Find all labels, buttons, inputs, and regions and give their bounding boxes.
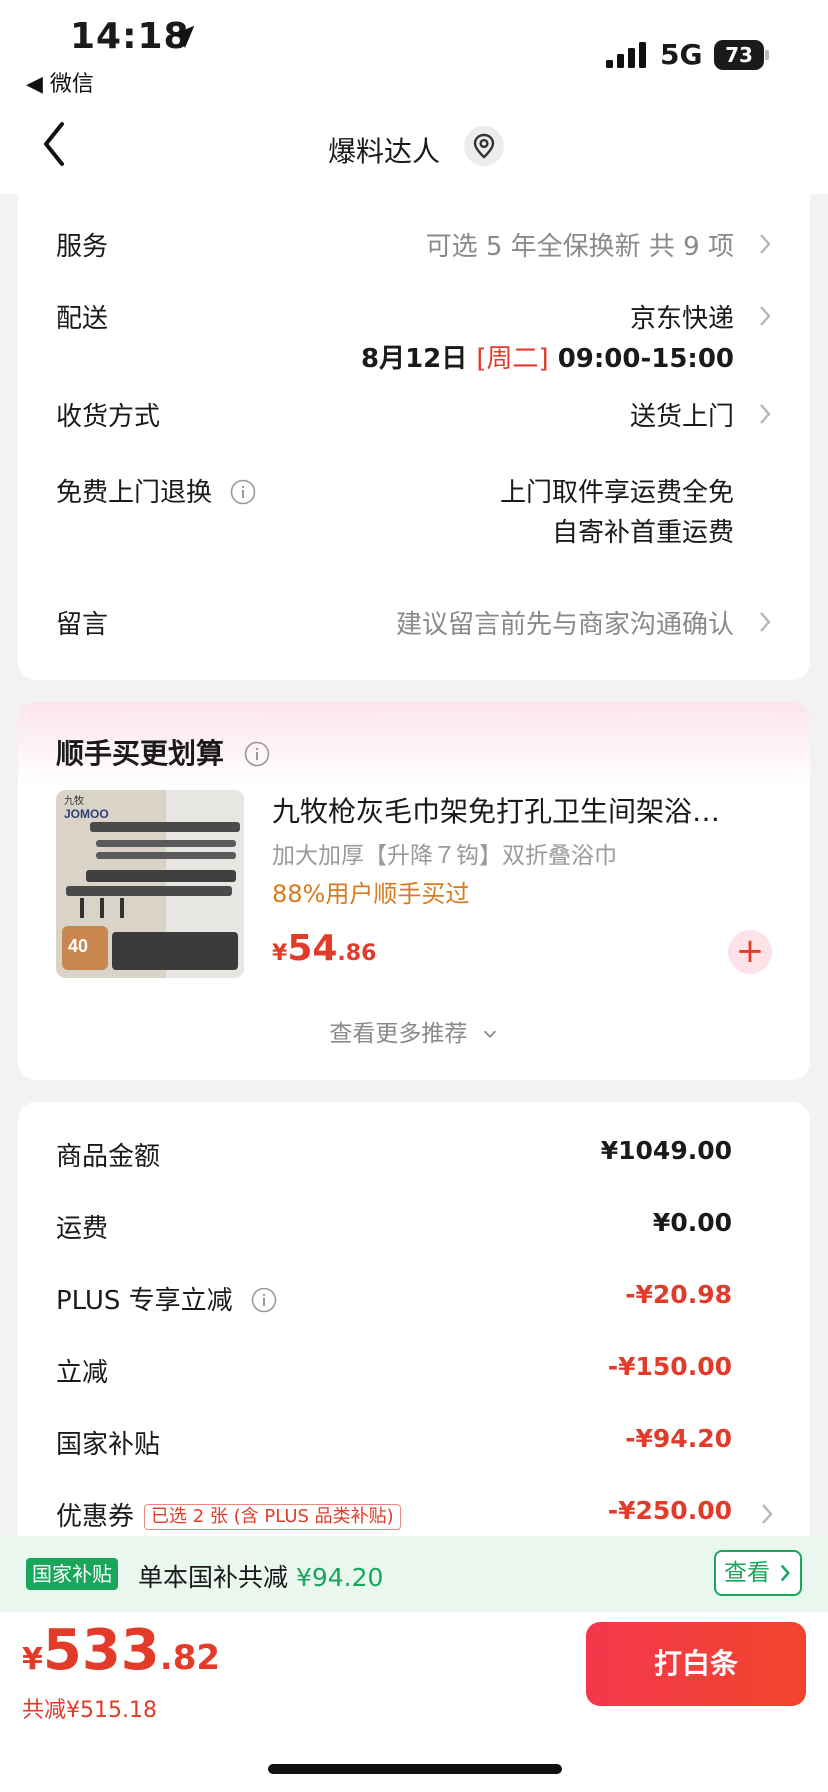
free-return-line1: 上门取件享运费全免 [499, 478, 734, 508]
national-subsidy-value: -¥94.20 [625, 1424, 732, 1453]
delivery-row[interactable]: 配送 京东快递 8月12日 [周二] 09:00-15:00 [56, 298, 772, 378]
total-dec: .82 [159, 1638, 221, 1678]
national-subsidy-label: 国家补贴 [56, 1430, 161, 1460]
svg-text:JOMOO: JOMOO [64, 807, 109, 821]
service-label: 服务 [56, 232, 109, 262]
order-total: ¥533.82 [22, 1618, 220, 1683]
total-saved: 共减¥515.18 [22, 1698, 157, 1723]
cellular-signal-icon [606, 42, 646, 68]
free-return-label: 免费上门退换 [56, 472, 256, 509]
delivery-value: 京东快递 [629, 304, 734, 334]
battery-level: 73 [714, 40, 764, 70]
goods-amount-label: 商品金额 [56, 1142, 161, 1172]
instant-discount-label: 立减 [56, 1358, 109, 1388]
chevron-right-icon [760, 612, 771, 632]
info-icon[interactable] [230, 479, 256, 505]
product-buyers: 88%用户顺手买过 [272, 880, 470, 908]
addon-card: 顺手买更划算 九牧 JOMOO 40 九牧枪灰毛巾架免打孔卫生间架浴… 加大加厚… [18, 702, 810, 1080]
svg-text:九牧: 九牧 [64, 794, 84, 807]
addon-title: 顺手买更划算 [56, 732, 270, 772]
total-currency: ¥ [22, 1642, 43, 1677]
plus-discount-label-text: PLUS 专享立减 [56, 1286, 233, 1316]
see-more-recommendations[interactable]: 查看更多推荐 [18, 1014, 810, 1048]
national-subsidy-row: 国家补贴 -¥94.20 [56, 1424, 772, 1464]
receive-method-row[interactable]: 收货方式 送货上门 [56, 396, 772, 436]
message-label: 留言 [56, 610, 109, 640]
page-title: 爆料达人 [327, 135, 440, 168]
delivery-time: 8月12日 [周二] 09:00-15:00 [361, 338, 734, 375]
delivery-time-range: 09:00-15:00 [557, 344, 734, 374]
network-type: 5G [660, 38, 703, 71]
product-price: ¥54.86 [272, 928, 376, 969]
shipping-value: ¥0.00 [652, 1208, 732, 1237]
coupon-label-text: 优惠券 [56, 1502, 135, 1532]
view-subsidy-button[interactable]: 查看 [714, 1550, 802, 1596]
product-image[interactable]: 九牧 JOMOO 40 [56, 790, 244, 978]
coupon-row[interactable]: 优惠券 已选 2 张 (含 PLUS 品类补贴) -¥250.00 [56, 1496, 773, 1536]
instant-discount-row: 立减 -¥150.00 [56, 1352, 772, 1392]
product-price-dec: .86 [337, 941, 377, 966]
plus-discount-value: -¥20.98 [625, 1280, 732, 1309]
subsidy-summary: 单本国补共减 ¥94.20 [138, 1558, 383, 1594]
chevron-right-icon [781, 1564, 791, 1582]
coupon-value: -¥250.00 [607, 1496, 732, 1525]
service-value: 可选 5 年全保换新 共 9 项 [425, 232, 734, 262]
free-return-line2: 自寄补首重运费 [551, 518, 734, 548]
delivery-weekday: [周二] [476, 344, 549, 374]
pay-with-baitiao-button[interactable]: 打白条 [586, 1622, 806, 1706]
coupon-label: 优惠券 已选 2 张 (含 PLUS 品类补贴) [56, 1496, 401, 1533]
chevron-right-icon [760, 234, 771, 254]
chevron-right-icon [760, 404, 771, 424]
product-price-currency: ¥ [272, 941, 288, 966]
battery-icon: 73 [714, 40, 770, 70]
national-subsidy-badge: 国家补贴 [26, 1558, 118, 1590]
shipping-row: 运费 ¥0.00 [56, 1208, 772, 1248]
addon-title-text: 顺手买更划算 [56, 737, 225, 770]
plus-discount-label: PLUS 专享立减 [56, 1280, 277, 1317]
goods-amount-row: 商品金额 ¥1049.00 [56, 1136, 772, 1176]
towel-rack-image: 九牧 JOMOO 40 [56, 790, 244, 978]
delivery-label: 配送 [56, 304, 109, 334]
national-subsidy-bar: 国家补贴 单本国补共减 ¥94.20 查看 [0, 1536, 828, 1612]
see-more-label: 查看更多推荐 [329, 1021, 468, 1047]
info-icon[interactable] [251, 1287, 277, 1313]
add-to-order-button[interactable]: + [728, 930, 772, 974]
order-details-card: 服务 可选 5 年全保换新 共 9 项 配送 京东快递 8月12日 [周二] 0… [18, 170, 810, 680]
plus-discount-row: PLUS 专享立减 -¥20.98 [56, 1280, 772, 1320]
home-indicator[interactable] [268, 1764, 562, 1774]
status-bar: 14:18 ◀ 微信 5G 73 [0, 0, 828, 100]
chevron-down-icon [483, 1030, 496, 1038]
view-subsidy-label: 查看 [724, 1560, 770, 1586]
goods-amount-value: ¥1049.00 [600, 1136, 732, 1165]
info-icon[interactable] [244, 741, 270, 767]
message-placeholder: 建议留言前先与商家沟通确认 [395, 610, 734, 640]
back-to-wechat-link[interactable]: ◀ 微信 [26, 66, 94, 98]
location-pin-button[interactable] [464, 126, 504, 166]
shipping-label: 运费 [56, 1214, 109, 1244]
free-return-label-text: 免费上门退换 [56, 478, 213, 508]
checkout-bar: ¥533.82 共减¥515.18 打白条 [0, 1612, 828, 1792]
location-arrow-icon [171, 25, 195, 49]
total-int: 533 [42, 1618, 160, 1683]
free-return-row: 免费上门退换 上门取件享运费全免 自寄补首重运费 [56, 472, 772, 552]
price-summary-card: 商品金额 ¥1049.00 运费 ¥0.00 PLUS 专享立减 -¥20.98… [18, 1102, 810, 1542]
chevron-right-icon [762, 1504, 773, 1524]
instant-discount-value: -¥150.00 [607, 1352, 732, 1381]
message-row[interactable]: 留言 建议留言前先与商家沟通确认 [56, 604, 772, 644]
chevron-right-icon [760, 306, 771, 326]
subsidy-summary-text: 单本国补共减 [138, 1563, 289, 1592]
product-price-int: 54 [287, 928, 338, 969]
battery-nub [765, 50, 769, 60]
service-row[interactable]: 服务 可选 5 年全保换新 共 9 项 [56, 226, 772, 266]
receive-method-label: 收货方式 [56, 402, 161, 432]
location-pin-icon [473, 133, 495, 159]
product-spec: 加大加厚【升降７钩】双折叠浴巾 [272, 843, 617, 869]
product-name[interactable]: 九牧枪灰毛巾架免打孔卫生间架浴… [272, 790, 772, 830]
coupon-selected-tag: 已选 2 张 (含 PLUS 品类补贴) [144, 1504, 401, 1530]
svg-text:40: 40 [68, 936, 88, 956]
delivery-date: 8月12日 [360, 344, 468, 374]
receive-method-value: 送货上门 [629, 402, 734, 432]
subsidy-amount: ¥94.20 [295, 1563, 384, 1592]
